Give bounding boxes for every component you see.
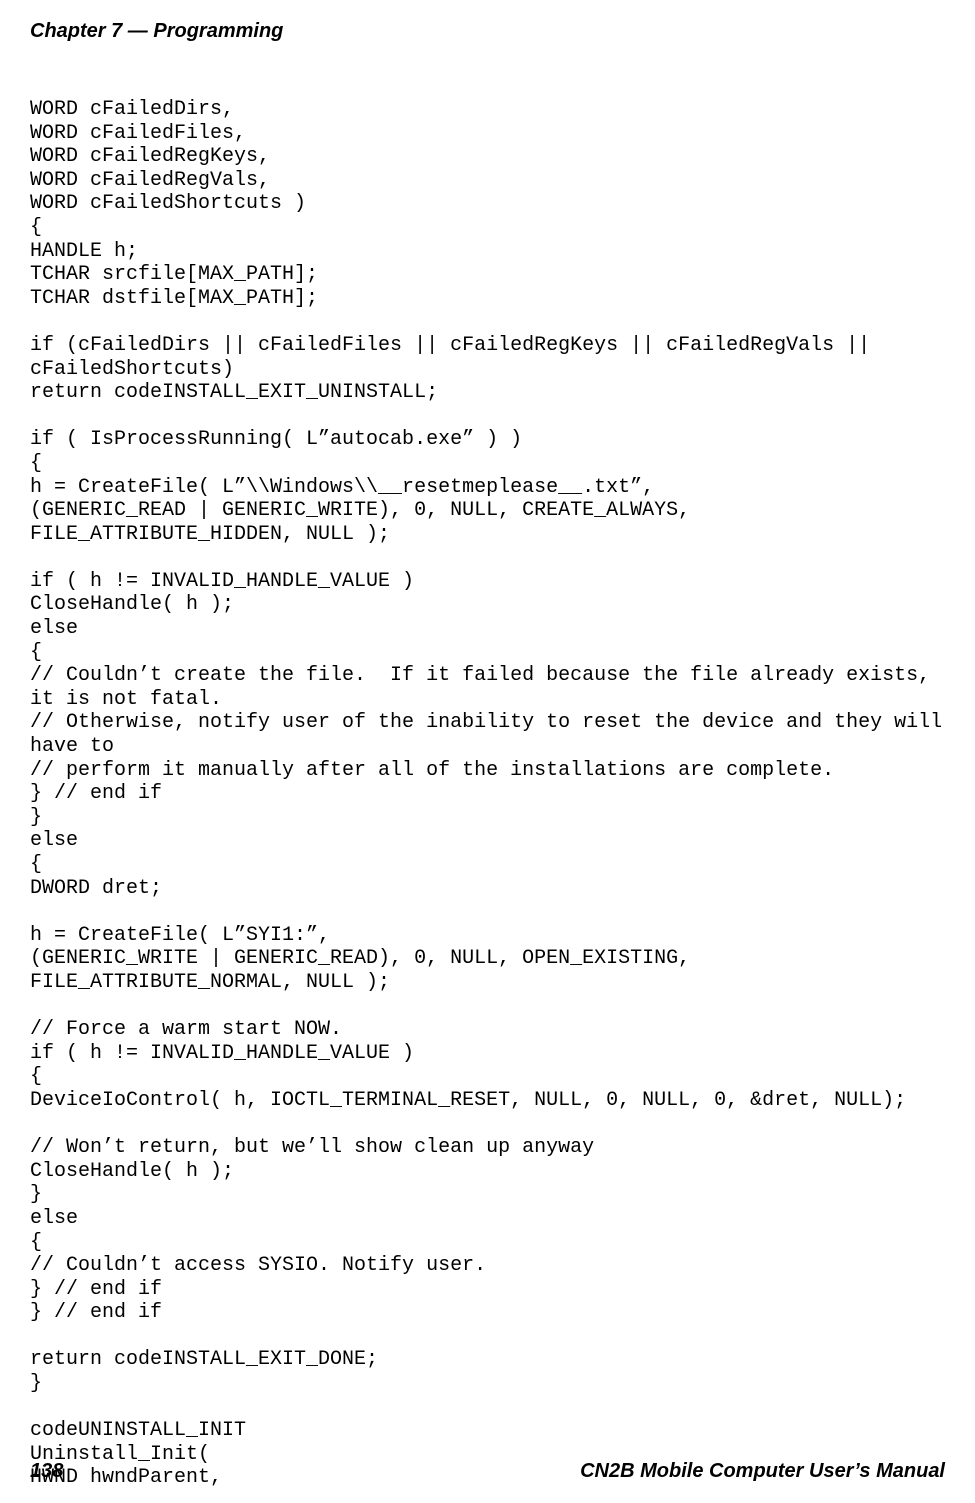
code-line: CloseHandle( h );: [30, 593, 234, 616]
code-line: WORD cFailedRegVals,: [30, 169, 270, 192]
code-line: FILE_ATTRIBUTE_NORMAL, NULL );: [30, 971, 390, 994]
code-line: // Force a warm start NOW.: [30, 1018, 342, 1041]
code-line: {: [30, 641, 42, 664]
code-line: WORD cFailedShortcuts ): [30, 192, 306, 215]
code-line: DeviceIoControl( h, IOCTL_TERMINAL_RESET…: [30, 1089, 906, 1112]
code-line: // perform it manually after all of the …: [30, 759, 834, 782]
code-line: } // end if: [30, 782, 162, 805]
code-line: else: [30, 829, 78, 852]
code-line: }: [30, 1183, 42, 1206]
code-line: h = CreateFile( L”SYI1:”,: [30, 924, 330, 947]
code-line: return codeINSTALL_EXIT_DONE;: [30, 1348, 378, 1371]
code-line: return codeINSTALL_EXIT_UNINSTALL;: [30, 381, 438, 404]
code-line: CloseHandle( h );: [30, 1160, 234, 1183]
code-line: } // end if: [30, 1278, 162, 1301]
page-footer: 138 CN2B Mobile Computer User’s Manual: [30, 1460, 945, 1483]
manual-title: CN2B Mobile Computer User’s Manual: [580, 1460, 945, 1483]
code-line: {: [30, 216, 42, 239]
code-line: (GENERIC_WRITE | GENERIC_READ), 0, NULL,…: [30, 947, 690, 970]
code-line: DWORD dret;: [30, 877, 162, 900]
chapter-title: Chapter 7 — Programming: [30, 20, 283, 42]
code-line: TCHAR srcfile[MAX_PATH];: [30, 263, 318, 286]
code-line: WORD cFailedRegKeys,: [30, 145, 270, 168]
code-line: {: [30, 1065, 42, 1088]
code-line: if ( h != INVALID_HANDLE_VALUE ): [30, 570, 414, 593]
code-line: if ( IsProcessRunning( L”autocab.exe” ) …: [30, 428, 522, 451]
code-line: if (cFailedDirs || cFailedFiles || cFail…: [30, 334, 882, 381]
code-line: else: [30, 617, 78, 640]
code-line: {: [30, 1231, 42, 1254]
code-block: WORD cFailedDirs, WORD cFailedFiles, WOR…: [30, 98, 945, 1490]
code-line: {: [30, 452, 42, 475]
code-line: WORD cFailedFiles,: [30, 122, 246, 145]
code-line: // Couldn’t create the file. If it faile…: [30, 664, 942, 711]
code-line: (GENERIC_READ | GENERIC_WRITE), 0, NULL,…: [30, 499, 690, 522]
code-line: WORD cFailedDirs,: [30, 98, 234, 121]
code-line: codeUNINSTALL_INIT: [30, 1419, 246, 1442]
page-header: Chapter 7 — Programming: [30, 20, 945, 43]
code-line: else: [30, 1207, 78, 1230]
code-line: if ( h != INVALID_HANDLE_VALUE ): [30, 1042, 414, 1065]
code-line: } // end if: [30, 1301, 162, 1324]
code-line: }: [30, 806, 42, 829]
code-line: }: [30, 1372, 42, 1395]
page-number: 138: [30, 1460, 63, 1483]
code-line: FILE_ATTRIBUTE_HIDDEN, NULL );: [30, 523, 390, 546]
code-line: {: [30, 853, 42, 876]
code-line: h = CreateFile( L”\\Windows\\__resetmepl…: [30, 476, 654, 499]
code-line: // Couldn’t access SYSIO. Notify user.: [30, 1254, 486, 1277]
code-line: HANDLE h;: [30, 240, 138, 263]
code-line: TCHAR dstfile[MAX_PATH];: [30, 287, 318, 310]
code-line: // Won’t return, but we’ll show clean up…: [30, 1136, 594, 1159]
code-line: // Otherwise, notify user of the inabili…: [30, 711, 954, 758]
